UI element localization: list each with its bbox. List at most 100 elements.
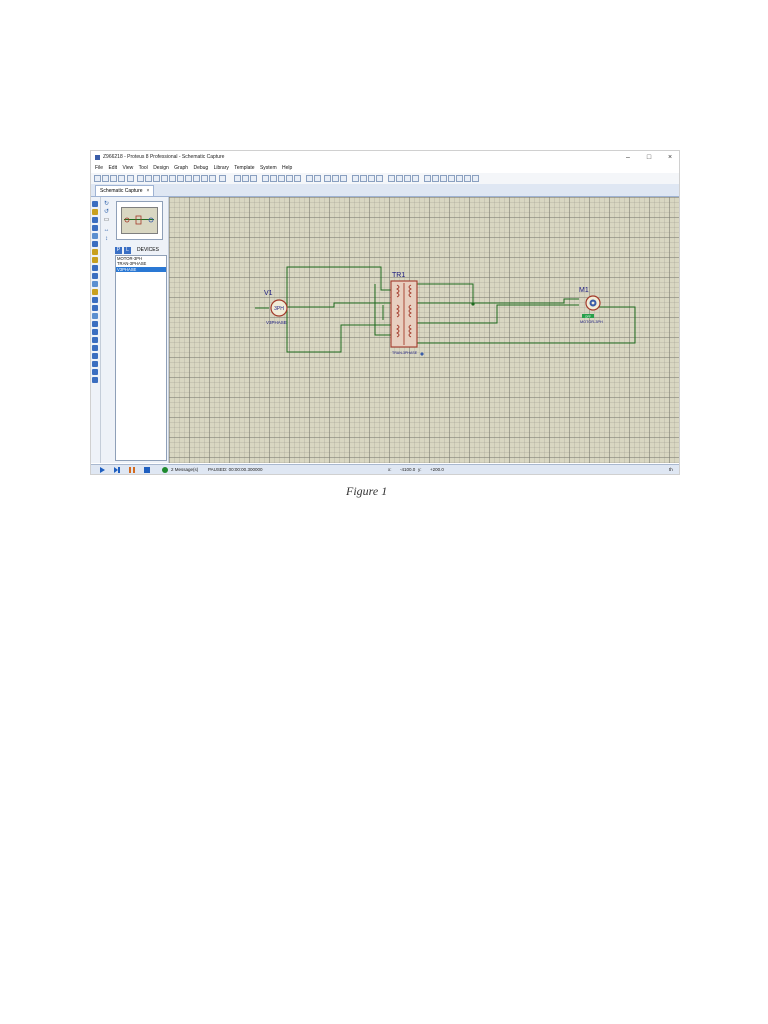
menu-tool[interactable]: Tool	[139, 165, 148, 171]
graph-icon[interactable]	[92, 273, 98, 279]
menu-help[interactable]: Help	[282, 165, 292, 171]
3d-view-icon[interactable]	[161, 175, 168, 182]
pause-sim-icon[interactable]	[129, 467, 135, 473]
design-explorer-icon[interactable]	[185, 175, 192, 182]
menu-template[interactable]: Template	[234, 165, 254, 171]
netlist-icon[interactable]	[472, 175, 479, 182]
terminals-icon[interactable]	[92, 257, 98, 263]
close-button[interactable]: ×	[663, 151, 677, 164]
save-all-icon[interactable]	[118, 175, 125, 182]
pick-device-icon[interactable]	[388, 175, 395, 182]
motor-m1[interactable]: M1 OFF MOTOR-3PH	[579, 287, 603, 324]
tab-schematic-capture[interactable]: Schematic Capture ×	[95, 185, 155, 196]
search-icon[interactable]	[432, 175, 439, 182]
circle-icon[interactable]	[92, 337, 98, 343]
menu-edit[interactable]: Edit	[108, 165, 117, 171]
menu-file[interactable]: File	[95, 165, 103, 171]
redo-icon[interactable]	[314, 175, 321, 182]
minimize-button[interactable]: –	[621, 151, 635, 164]
block-rotate-icon[interactable]	[368, 175, 375, 182]
message-count[interactable]: 2 Message(s)	[171, 465, 198, 474]
menu-view[interactable]: View	[122, 165, 133, 171]
device-pins-icon[interactable]	[92, 265, 98, 271]
source-code-icon[interactable]	[193, 175, 200, 182]
property-assign-icon[interactable]	[440, 175, 447, 182]
wire-label-icon[interactable]	[92, 225, 98, 231]
rotate-cw-icon[interactable]: ↻	[103, 201, 110, 208]
menu-library[interactable]: Library	[214, 165, 229, 171]
make-device-icon[interactable]	[396, 175, 403, 182]
step-icon[interactable]	[114, 467, 120, 473]
bom-icon[interactable]	[177, 175, 184, 182]
marker-icon[interactable]	[92, 377, 98, 383]
minus-icon[interactable]	[201, 175, 208, 182]
undo-icon[interactable]	[306, 175, 313, 182]
home-icon[interactable]	[137, 175, 144, 182]
close-tab-icon[interactable]: ×	[147, 188, 150, 194]
current-probe-icon[interactable]	[92, 305, 98, 311]
menu-graph[interactable]: Graph	[174, 165, 188, 171]
new-sheet-icon[interactable]	[448, 175, 455, 182]
line-icon[interactable]	[92, 321, 98, 327]
cut-icon[interactable]	[324, 175, 331, 182]
wire-autorouter-icon[interactable]	[424, 175, 431, 182]
transformer-handle-icon[interactable]	[420, 352, 424, 356]
text-icon[interactable]	[92, 361, 98, 367]
gerber-icon[interactable]	[169, 175, 176, 182]
stop-icon[interactable]	[144, 467, 150, 473]
block-copy-icon[interactable]	[352, 175, 359, 182]
zoom-in-icon[interactable]	[270, 175, 277, 182]
block-delete-icon[interactable]	[376, 175, 383, 182]
rotate-ccw-icon[interactable]: ↺	[103, 209, 110, 216]
virtual-instruments-icon[interactable]	[92, 313, 98, 319]
subcircuit-icon[interactable]	[92, 249, 98, 255]
path-icon[interactable]	[92, 353, 98, 359]
parent-sheet-icon[interactable]	[464, 175, 471, 182]
text-script-icon[interactable]	[92, 233, 98, 239]
mirror-vertical-icon[interactable]: ↕	[103, 236, 110, 243]
active-popup-icon[interactable]	[92, 281, 98, 287]
new-file-icon[interactable]	[94, 175, 101, 182]
schematic-icon[interactable]	[145, 175, 152, 182]
save-icon[interactable]	[110, 175, 117, 182]
help-icon[interactable]	[219, 175, 226, 182]
zoom-all-icon[interactable]	[286, 175, 293, 182]
copy-icon[interactable]	[332, 175, 339, 182]
origin-icon[interactable]	[250, 175, 257, 182]
angle-box-icon[interactable]: ▭	[103, 217, 110, 224]
overview-window[interactable]	[116, 201, 163, 240]
menu-debug[interactable]: Debug	[193, 165, 208, 171]
arc-icon[interactable]	[92, 345, 98, 351]
schematic-canvas[interactable]: 3PH V1 V3PHASE TR1 TRAN-3PHASE M1 OFF MO…	[169, 197, 679, 463]
grid-icon[interactable]	[242, 175, 249, 182]
pause-icon[interactable]	[209, 175, 216, 182]
pan-icon[interactable]	[262, 175, 269, 182]
menu-design[interactable]: Design	[153, 165, 169, 171]
component-mode-icon[interactable]	[92, 209, 98, 215]
voltage-probe-icon[interactable]	[92, 297, 98, 303]
symbol-icon[interactable]	[92, 369, 98, 375]
generator-icon[interactable]	[92, 289, 98, 295]
pcb-icon[interactable]	[153, 175, 160, 182]
close-file-icon[interactable]	[127, 175, 134, 182]
open-file-icon[interactable]	[102, 175, 109, 182]
device-item-selected[interactable]: V3PHASE	[116, 266, 166, 273]
paste-icon[interactable]	[340, 175, 347, 182]
remove-sheet-icon[interactable]	[456, 175, 463, 182]
menu-system[interactable]: System	[260, 165, 277, 171]
buses-icon[interactable]	[92, 241, 98, 247]
zoom-area-icon[interactable]	[294, 175, 301, 182]
junction-dot-icon[interactable]	[92, 217, 98, 223]
pick-devices-button[interactable]: P	[115, 247, 122, 254]
refresh-icon[interactable]	[234, 175, 241, 182]
box-icon[interactable]	[92, 329, 98, 335]
selection-mode-icon[interactable]	[92, 201, 98, 207]
packaging-icon[interactable]	[404, 175, 411, 182]
decompose-icon[interactable]	[412, 175, 419, 182]
block-move-icon[interactable]	[360, 175, 367, 182]
maximize-button[interactable]: □	[642, 151, 656, 164]
mirror-horizontal-icon[interactable]: ↔	[103, 227, 110, 234]
library-manager-button[interactable]: L	[124, 247, 131, 254]
play-icon[interactable]	[99, 467, 105, 473]
device-list[interactable]: MOTOR-3PH TRAN-3PHASE V3PHASE	[115, 255, 167, 461]
